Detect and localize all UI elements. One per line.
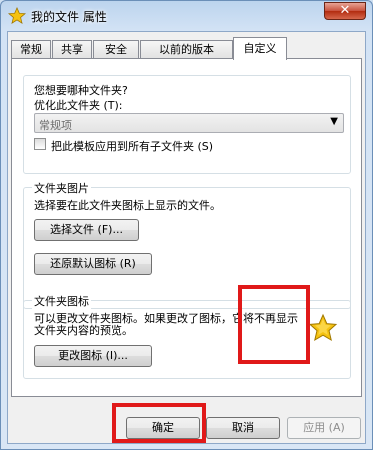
- folder-picture-group: 文件夹图片 选择要在此文件夹图标上显示的文件。 选择文件 (F)... 还原默认…: [23, 180, 351, 309]
- folder-picture-title: 文件夹图片: [32, 180, 91, 196]
- title-bar[interactable]: 我的文件 属性 ✕: [1, 1, 372, 31]
- close-button[interactable]: ✕: [324, 2, 366, 20]
- folder-icon-group: 文件夹图标 可以更改文件夹图标。如果更改了图标，它将不再显示 文件夹内容的预览。…: [23, 293, 351, 379]
- tab-sharing[interactable]: 共享: [52, 40, 92, 59]
- restore-default-button[interactable]: 还原默认图标 (R): [34, 253, 152, 275]
- tab-strip: 常规 共享 安全 以前的版本 自定义: [11, 37, 361, 60]
- tab-security[interactable]: 安全: [93, 40, 139, 59]
- apply-template-checkbox[interactable]: [34, 138, 46, 150]
- optimize-label: 优化此文件夹 (T):: [34, 99, 123, 112]
- tab-general[interactable]: 常规: [11, 40, 51, 59]
- folder-picture-description: 选择要在此文件夹图标上显示的文件。: [34, 199, 221, 212]
- choose-file-button[interactable]: 选择文件 (F)...: [34, 219, 139, 241]
- apply-template-label[interactable]: 把此模板应用到所有子文件夹 (S): [51, 138, 213, 154]
- optimize-select-value: 常规项: [39, 119, 72, 132]
- folder-icon-description-line2: 文件夹内容的预览。: [34, 324, 133, 337]
- optimize-select[interactable]: 常规项 ▼: [34, 113, 344, 133]
- ok-button[interactable]: 确定: [126, 417, 200, 439]
- folder-type-question: 您想要哪种文件夹?: [34, 84, 128, 97]
- customize-panel: 您想要哪种文件夹? 优化此文件夹 (T): 常规项 ▼ 把此模板应用到所有子文件…: [11, 58, 362, 397]
- folder-type-group: 您想要哪种文件夹? 优化此文件夹 (T): 常规项 ▼ 把此模板应用到所有子文件…: [23, 75, 351, 174]
- dialog-client: 常规 共享 安全 以前的版本 自定义 您想要哪种文件夹? 优化此文件夹 (T):…: [7, 31, 366, 444]
- cancel-button[interactable]: 取消: [206, 417, 280, 439]
- window-title: 我的文件 属性: [31, 10, 107, 24]
- change-icon-button[interactable]: 更改图标 (I)...: [34, 345, 152, 367]
- chevron-down-icon: ▼: [330, 116, 338, 127]
- star-icon: [308, 313, 338, 342]
- apply-button[interactable]: 应用 (A): [287, 417, 361, 439]
- folder-star-icon: [8, 7, 26, 24]
- properties-window: 我的文件 属性 ✕ 常规 共享 安全 以前的版本 自定义 您想要哪种文件夹? 优…: [0, 0, 373, 450]
- folder-icon-title: 文件夹图标: [32, 293, 91, 309]
- tab-customize[interactable]: 自定义: [233, 37, 287, 60]
- tab-previous-versions[interactable]: 以前的版本: [140, 40, 233, 59]
